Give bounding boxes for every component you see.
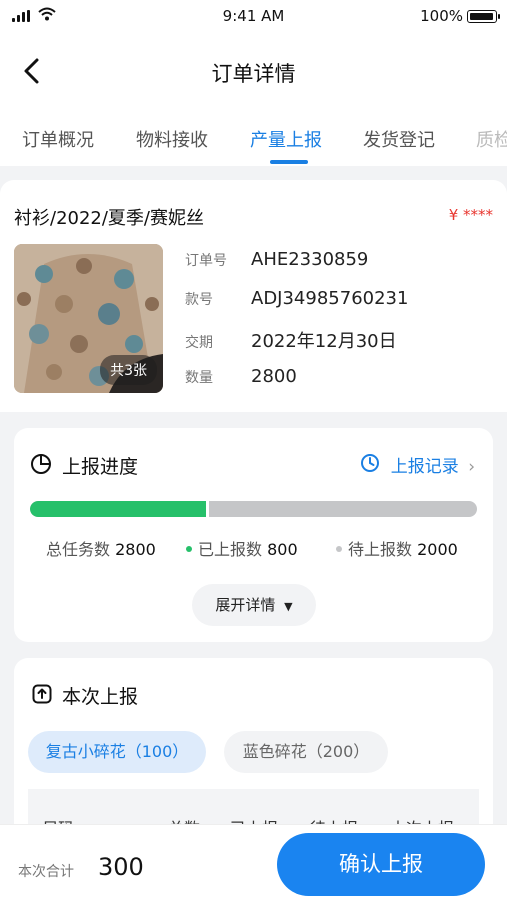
order-number-row: 订单号 AHE2330859 <box>185 249 368 270</box>
tab-material-receipt[interactable]: 物料接收 <box>136 126 208 152</box>
tab-output-report[interactable]: 产量上报 <box>250 126 322 152</box>
pending-dot-icon <box>336 546 342 552</box>
report-record-label: 上报记录 <box>390 457 459 477</box>
order-number-value: AHE2330859 <box>251 249 369 270</box>
chevron-right-icon: › <box>468 457 475 477</box>
tab-quality-check[interactable]: 质检 <box>476 126 507 152</box>
reported-dot-icon <box>186 546 192 552</box>
delivery-date-label: 交期 <box>185 335 213 351</box>
product-image[interactable]: 共3张 <box>14 244 163 393</box>
bottom-bar: 本次合计 300 确认上报 <box>0 824 507 900</box>
battery-percent: 100% <box>420 7 463 25</box>
nav-bar: 订单详情 <box>0 34 507 110</box>
upload-icon <box>32 684 52 704</box>
quantity-row: 数量 2800 <box>185 366 297 387</box>
confirm-report-button[interactable]: 确认上报 <box>277 833 485 896</box>
active-tab-indicator <box>270 160 308 164</box>
style-number-label: 款号 <box>185 292 213 308</box>
reported-stat: 已上报数 800 <box>186 536 298 560</box>
expand-details-button[interactable]: 展开详情 ▼ <box>192 584 316 626</box>
pending-value: 2000 <box>417 540 458 559</box>
pending-label: 待上报数 <box>348 540 413 559</box>
delivery-date-value: 2022年12月30日 <box>251 331 397 352</box>
tab-order-overview[interactable]: 订单概况 <box>22 126 94 152</box>
progress-bar-fill <box>30 501 209 517</box>
current-report-title: 本次上报 <box>62 686 139 708</box>
reported-label: 已上报数 <box>198 540 263 559</box>
total-task-value: 2800 <box>115 540 156 559</box>
order-card: 衬衫/2022/夏季/赛妮丝 ¥ **** 共3张 订单号 AHE2330859 … <box>0 180 507 412</box>
reported-value: 800 <box>267 540 298 559</box>
total-value: 300 <box>98 853 144 881</box>
battery-icon <box>467 10 500 23</box>
order-number-label: 订单号 <box>185 253 227 269</box>
pie-chart-icon <box>31 454 51 474</box>
total-task-stat: 总任务数 2800 <box>46 536 156 560</box>
expand-details-label: 展开详情 <box>215 596 276 614</box>
style-number-value: ADJ34985760231 <box>251 288 409 309</box>
tab-bar: 订单概况 物料接收 产量上报 发货登记 质检 <box>0 110 507 166</box>
caret-down-icon: ▼ <box>284 600 293 613</box>
report-record-link[interactable]: 上报记录 › <box>391 452 475 477</box>
chip-vintage-floral[interactable]: 复古小碎花（100） <box>28 731 206 773</box>
quantity-label: 数量 <box>185 370 213 386</box>
total-label: 本次合计 <box>18 864 74 880</box>
pending-stat: 待上报数 2000 <box>336 536 458 560</box>
style-number-row: 款号 ADJ34985760231 <box>185 288 408 309</box>
total-task-label: 总任务数 <box>46 540 111 559</box>
progress-title: 上报进度 <box>62 456 139 478</box>
order-title: 衬衫/2022/夏季/赛妮丝 <box>14 208 205 229</box>
delivery-date-row: 交期 2022年12月30日 <box>185 327 397 353</box>
image-count-badge: 共3张 <box>100 355 157 385</box>
progress-bar <box>30 501 477 517</box>
report-progress-card: 上报进度 上报记录 › 总任务数 2800 已上报数 800 待上报数 2000… <box>14 428 493 642</box>
status-bar: 9:41 AM 100% <box>0 0 507 34</box>
order-price: ¥ **** <box>448 206 493 224</box>
clock-icon[interactable] <box>360 453 380 473</box>
page-title: 订单详情 <box>211 62 296 86</box>
tab-shipment-register[interactable]: 发货登记 <box>363 126 435 152</box>
quantity-value: 2800 <box>251 366 297 387</box>
chip-blue-floral[interactable]: 蓝色碎花（200） <box>224 731 388 773</box>
